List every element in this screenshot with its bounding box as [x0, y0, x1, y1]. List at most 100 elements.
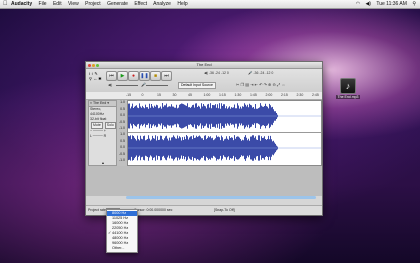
ruler-tick-label: 1:45: [250, 93, 257, 97]
record-meter[interactable]: 🎤 -36 -24 -12 0: [248, 71, 318, 79]
skip-end-button[interactable]: ⏭: [161, 71, 172, 81]
play-button[interactable]: ▶: [117, 71, 128, 81]
redo-icon[interactable]: ↷: [264, 82, 267, 87]
scale-tick: 1.0: [120, 100, 125, 104]
desktop-file-label: The End.mp3: [336, 95, 360, 99]
scale-tick: 1.0: [120, 132, 125, 136]
project-rate-dropdown: 8000 Hz 11025 Hz 16000 Hz 22050 Hz 44100…: [106, 209, 138, 253]
edit-toolbar: ✂ ❐ ▤ ⇥ ⇤ ↶ ↷ ⊕ ⊖ ⤢ ⇔: [236, 82, 285, 87]
menu-extras: ◠ ◀) Tue 11:36 AM ⚲: [352, 0, 416, 8]
ruler-tick-label: 15: [157, 93, 161, 97]
apple-icon[interactable]: : [3, 0, 8, 8]
timeshift-tool-icon[interactable]: ↔: [93, 76, 97, 81]
empty-track-area[interactable]: [86, 166, 322, 196]
multi-tool-icon[interactable]: ✱: [98, 76, 101, 81]
menu-view[interactable]: View: [68, 1, 79, 7]
waveform-graphic: [128, 103, 321, 161]
zoom-out-icon[interactable]: ⊖: [273, 82, 276, 87]
menu-help[interactable]: Help: [177, 1, 187, 7]
wifi-icon[interactable]: ◠: [356, 1, 360, 7]
ruler-tick-label: 2:45: [312, 93, 319, 97]
skip-start-icon: ⏮: [109, 73, 114, 79]
speaker-meter-icon: ◀): [204, 71, 208, 75]
timeline-ruler[interactable]: -15 0 15 30 45 1:00 1:15 1:30 1:45 2:00 2:15 2:30 2:…: [86, 92, 322, 100]
scale-tick: 0.5: [120, 107, 125, 111]
track-menu-chevron-icon: ▾: [107, 101, 109, 105]
rate-option-label: Other...: [112, 246, 125, 250]
rate-option[interactable]: Other...: [107, 246, 137, 251]
trim-icon[interactable]: ⇥: [250, 82, 253, 87]
input-device-select[interactable]: Default Input Source: [178, 82, 216, 89]
minimize-window-button[interactable]: [92, 64, 95, 67]
close-window-button[interactable]: [88, 64, 91, 67]
rate-option-label: 16000 Hz: [112, 221, 129, 225]
track-name: The End: [92, 101, 107, 105]
ruler-tick-label: 2:30: [296, 93, 304, 97]
amplitude-scale: 1.0 0.5 0.0 -0.5 -1.0 1.0 0.5 0.0 -0.5 -…: [116, 100, 126, 164]
rate-option-label: 22050 Hz: [112, 226, 129, 230]
ruler-tick-label: 2:00: [265, 93, 273, 97]
silence-icon[interactable]: ⇤: [255, 82, 258, 87]
undo-icon[interactable]: ↶: [259, 82, 262, 87]
desktop-file-icon[interactable]: ♪ The End.mp3: [336, 78, 360, 99]
fit-selection-icon[interactable]: ⤢: [277, 82, 280, 87]
menu-edit[interactable]: Edit: [53, 1, 62, 7]
ruler-tick-label: 2:15: [281, 93, 288, 97]
audio-track: × The End ▾ Stereo, 44100Hz 32-bit float…: [86, 100, 322, 166]
track-close-icon[interactable]: ×: [90, 101, 92, 105]
music-file-icon: ♪: [340, 78, 356, 94]
scale-tick: 0.5: [120, 139, 125, 143]
record-icon: ●: [131, 73, 136, 79]
cut-icon[interactable]: ✂: [236, 82, 239, 87]
menu-app-name[interactable]: Audacity: [11, 1, 32, 7]
menu-effect[interactable]: Effect: [134, 1, 147, 7]
menu-project[interactable]: Project: [85, 1, 101, 7]
rate-option-label: 96000 Hz: [112, 241, 129, 245]
rate-option-label: 8000 Hz: [112, 211, 127, 215]
toolbar: I ↕ ✎ ⚲ ↔ ✱ ⏮ ▶ ● ❚❚ ■ ⏭ ◀) -36 -24 -12 …: [86, 69, 322, 93]
skip-end-icon: ⏭: [164, 73, 169, 79]
record-button[interactable]: ●: [128, 71, 139, 81]
tools-toolbar: I ↕ ✎ ⚲ ↔ ✱: [89, 71, 103, 85]
window-titlebar[interactable]: The End: [86, 62, 322, 69]
scale-tick: -1.0: [118, 158, 125, 162]
output-volume-icon: ◀): [108, 83, 112, 87]
zoom-in-icon[interactable]: ⊕: [268, 82, 271, 87]
window-title: The End: [196, 62, 212, 67]
ruler-tick-label: 1:30: [234, 93, 242, 97]
output-volume-slider[interactable]: [116, 85, 138, 86]
scale-tick: -0.5: [118, 152, 125, 156]
solo-button[interactable]: Solo: [104, 122, 116, 129]
zoom-tool-icon[interactable]: ⚲: [89, 76, 92, 81]
rate-option-label: 48000 Hz: [112, 236, 129, 240]
menu-generate[interactable]: Generate: [107, 1, 128, 7]
input-volume-slider[interactable]: [146, 85, 168, 86]
horizontal-scrollbar[interactable]: [126, 196, 316, 199]
skip-start-button[interactable]: ⏮: [106, 71, 117, 81]
audacity-window: The End I ↕ ✎ ⚲ ↔ ✱ ⏮ ▶ ● ❚❚ ■ ⏭ ◀) -36 …: [85, 61, 323, 216]
zoom-window-button[interactable]: [96, 64, 99, 67]
ruler-tick-label: 45: [188, 93, 192, 97]
fit-project-icon[interactable]: ⇔: [281, 82, 285, 87]
menu-analyze[interactable]: Analyze: [153, 1, 171, 7]
stop-icon: ■: [153, 73, 158, 79]
rate-option-label: 44100 Hz: [112, 231, 129, 235]
spotlight-icon[interactable]: ⚲: [412, 1, 416, 7]
volume-icon[interactable]: ◀): [365, 1, 371, 7]
track-pan-slider[interactable]: L ──── R: [89, 134, 116, 139]
mute-button[interactable]: Mute: [91, 122, 103, 129]
menu-file[interactable]: File: [39, 1, 47, 7]
copy-icon[interactable]: ❐: [240, 82, 244, 87]
menu-clock[interactable]: Tue 11:36 AM: [376, 1, 407, 7]
waveform-area[interactable]: [127, 100, 322, 166]
stop-button[interactable]: ■: [150, 71, 161, 81]
pause-button[interactable]: ❚❚: [139, 71, 150, 81]
scale-tick: 0.0: [120, 145, 125, 149]
track-info-format: Stereo, 44100Hz: [90, 107, 105, 116]
scale-tick: 0.0: [120, 113, 125, 117]
record-meter-scale: -36 -24 -12 0: [253, 71, 274, 75]
ruler-tick-label: 30: [172, 93, 177, 97]
paste-icon[interactable]: ▤: [245, 82, 249, 87]
pause-icon: ❚❚: [140, 73, 149, 79]
snap-to-status[interactable]: [Snap-To Off]: [214, 206, 235, 215]
